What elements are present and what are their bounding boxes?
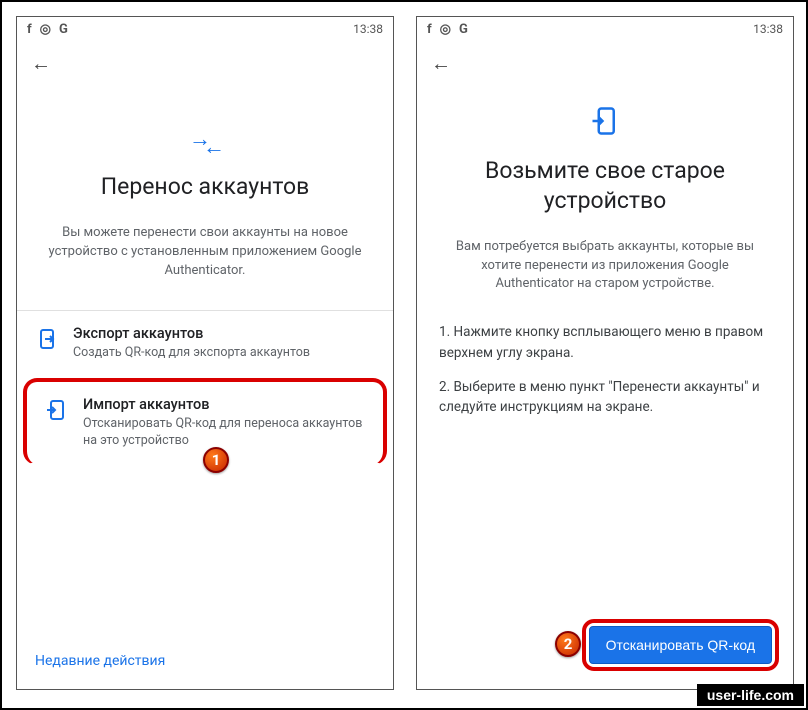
export-title: Экспорт аккаунтов <box>73 325 310 342</box>
status-icons: f ◎ G <box>27 22 68 37</box>
back-arrow-icon[interactable]: ← <box>31 51 51 75</box>
phone-screen-2: f ◎ G 13:38 ← Возьмите свое старое устро… <box>416 16 794 690</box>
chrome-icon: ◎ <box>440 22 451 37</box>
facebook-icon: f <box>427 22 432 37</box>
tutorial-canvas: f ◎ G 13:38 ← →← Перенос аккаунтов Вы мо… <box>0 0 808 710</box>
page-title: Возьмите свое старое устройство <box>417 156 793 216</box>
step-badge-1: 1 <box>203 447 229 473</box>
export-subtitle: Создать QR-код для экспорта аккаунтов <box>73 345 310 362</box>
page-title: Перенос аккаунтов <box>17 172 393 202</box>
back-arrow-icon[interactable]: ← <box>431 51 451 75</box>
google-icon: G <box>59 22 68 37</box>
watermark: user-life.com <box>697 684 804 706</box>
instruction-step-1: 1. Нажмите кнопку всплывающего меню в пр… <box>439 322 771 363</box>
status-bar: f ◎ G 13:38 <box>417 17 793 41</box>
import-title: Импорт аккаунтов <box>83 396 365 413</box>
scan-button-highlight: Отсканировать QR-код <box>582 619 779 671</box>
import-subtitle: Отсканировать QR-код для переноса аккаун… <box>83 416 365 450</box>
phone-screen-1: f ◎ G 13:38 ← →← Перенос аккаунтов Вы мо… <box>16 16 394 690</box>
import-icon <box>45 398 69 422</box>
export-icon <box>35 327 59 351</box>
transfer-arrows-icon: →← <box>17 126 393 152</box>
status-bar: f ◎ G 13:38 <box>17 17 393 41</box>
status-time: 13:38 <box>753 22 783 36</box>
recent-actions-link[interactable]: Недавние действия <box>35 653 165 669</box>
device-import-icon <box>417 106 793 136</box>
instruction-step-2: 2. Выберите в меню пункт "Перенести акка… <box>439 377 771 418</box>
nav-bar: ← <box>17 41 393 86</box>
nav-bar: ← <box>417 41 793 86</box>
chrome-icon: ◎ <box>40 22 51 37</box>
step-badge-2: 2 <box>555 631 581 657</box>
status-time: 13:38 <box>353 22 383 36</box>
export-accounts-option[interactable]: Экспорт аккаунтов Создать QR-код для экс… <box>17 310 393 376</box>
instructions: 1. Нажмите кнопку всплывающего меню в пр… <box>417 322 793 417</box>
option-list: Экспорт аккаунтов Создать QR-код для экс… <box>17 310 393 465</box>
status-icons: f ◎ G <box>427 22 468 37</box>
page-description: Вам потребуется выбрать аккаунты, которы… <box>417 238 793 295</box>
page-description: Вы можете перенести свои аккаунты на нов… <box>17 224 393 281</box>
facebook-icon: f <box>27 22 32 37</box>
google-icon: G <box>459 22 468 37</box>
scan-qr-button[interactable]: Отсканировать QR-код <box>589 626 772 664</box>
